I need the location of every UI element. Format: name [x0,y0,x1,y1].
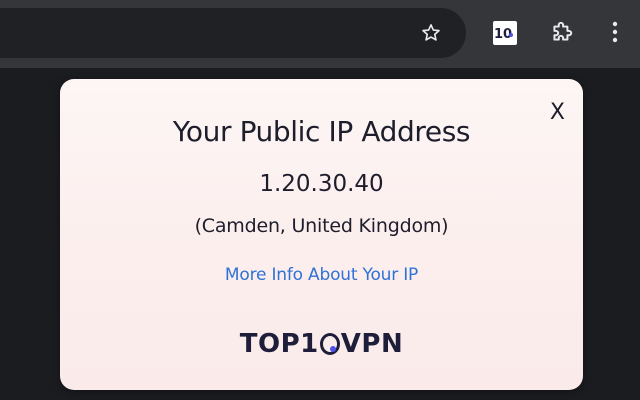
browser-menu-button[interactable] [600,16,630,48]
logo-suffix: VPN [340,329,404,359]
ip-info-popup: X Your Public IP Address 1.20.30.40 (Cam… [60,79,583,390]
bookmark-star-button[interactable] [416,18,446,48]
three-dots-vertical-icon [612,21,618,43]
more-info-link[interactable]: More Info About Your IP [60,265,583,285]
top10vpn-logo: TOP1 VPN [60,329,583,359]
top10vpn-extension-button[interactable]: 10 [492,20,518,46]
browser-toolbar: 10 [0,0,640,68]
logo-prefix: TOP1 [239,329,319,359]
browser-window: 10 X Your Public IP Address 1.20.30.40 (… [0,0,640,400]
top10vpn-icon: 10 [493,21,517,45]
popup-title: Your Public IP Address [172,115,471,148]
puzzle-icon [553,21,573,41]
ip-address-value: 1.20.30.40 [259,171,384,197]
extensions-button[interactable] [546,16,578,48]
star-outline-icon [422,24,440,41]
address-bar[interactable] [0,8,466,58]
logo-o-icon [319,333,340,355]
ip-location: (Camden, United Kingdom) [194,215,449,237]
